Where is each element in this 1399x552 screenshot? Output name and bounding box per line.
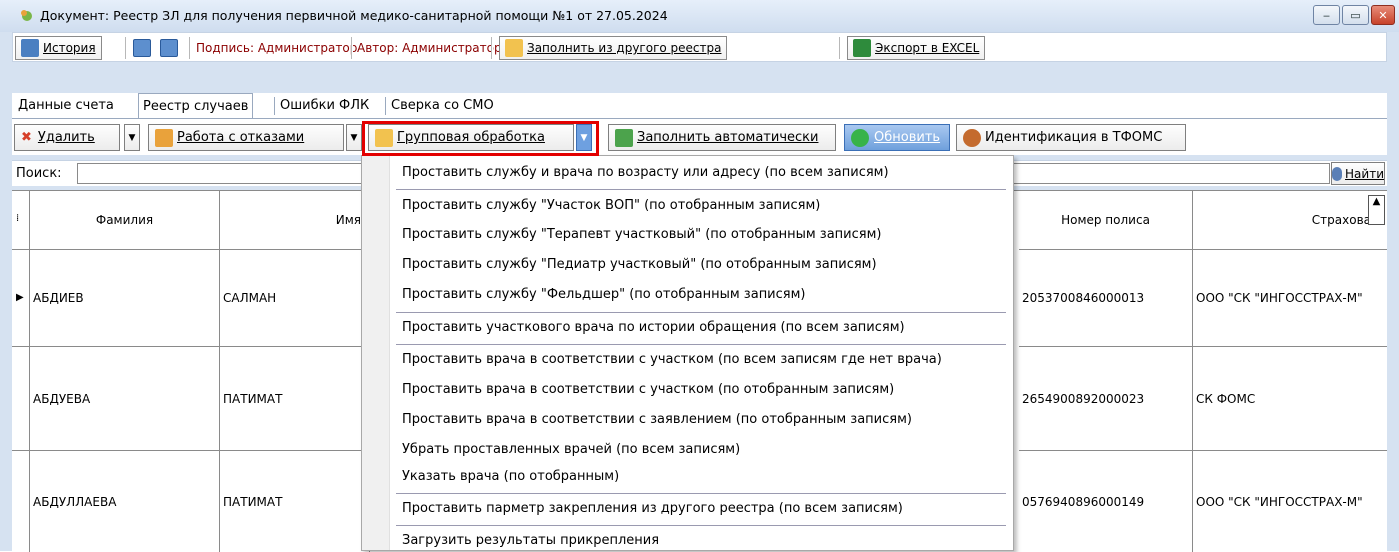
app-icon: [21, 10, 32, 21]
refusals-dropdown-arrow[interactable]: ▼: [346, 124, 362, 151]
group-processing-menu: Проставить службу и врача по возрасту ил…: [361, 155, 1014, 551]
refresh-label: Обновить: [874, 130, 941, 145]
tab-bar: Данные счета Реестр случаев Ошибки ФЛК С…: [12, 93, 1387, 119]
auto-fill-icon: [615, 128, 633, 147]
delete-button[interactable]: ✖ Удалить: [14, 124, 120, 151]
menu-separator: [396, 493, 1006, 494]
binoculars-icon: [1332, 166, 1343, 181]
column-header-name[interactable]: Имя: [220, 191, 370, 250]
work-with-refusals-button[interactable]: Работа с отказами: [148, 124, 344, 151]
column-chooser-icon[interactable]: ⁞: [12, 191, 30, 250]
cell-policy-number[interactable]: 2053700846000013: [1019, 250, 1193, 347]
tab-divider: [274, 97, 275, 115]
menu-item-doctor-by-area-selected[interactable]: Проставить врача в соответствии с участк…: [402, 382, 894, 397]
refresh-button[interactable]: Обновить: [844, 124, 950, 151]
fill-from-other-label: Заполнить из другого реестра: [527, 41, 722, 55]
column-header-policy-number[interactable]: Номер полиса: [1019, 191, 1193, 250]
work-refusals-label: Работа с отказами: [177, 130, 305, 145]
toolbar-separator: [125, 37, 127, 59]
notepad-icon: [505, 39, 523, 57]
cell-policy-number[interactable]: 2654900892000023: [1019, 347, 1193, 451]
tab-case-registry[interactable]: Реестр случаев: [138, 93, 254, 119]
row-indicator[interactable]: [12, 451, 30, 552]
tab-smo-reconciliation[interactable]: Сверка со СМО: [387, 93, 498, 117]
tab-flk-errors[interactable]: Ошибки ФЛК: [276, 93, 373, 117]
menu-item-service-vop[interactable]: Проставить службу "Участок ВОП" (по отоб…: [402, 198, 820, 213]
refusals-icon: [155, 128, 173, 147]
menu-item-service-doctor-by-age-address[interactable]: Проставить службу и врача по возрасту ил…: [402, 165, 889, 180]
people-icon: [963, 128, 981, 147]
sign-icon: [133, 39, 151, 57]
cell-surname[interactable]: АБДУЕВА: [30, 347, 220, 451]
cell-insurer[interactable]: ООО "СК "ИНГОССТРАХ-М": [1193, 451, 1387, 552]
identify-label: Идентификация в ТФОМС: [985, 130, 1163, 145]
menu-separator: [396, 525, 1006, 526]
history-label: История: [43, 41, 96, 55]
menu-separator: [396, 344, 1006, 345]
column-header-insurer[interactable]: Страхова: [1193, 191, 1387, 250]
tab-invoice-data[interactable]: Данные счета: [14, 93, 118, 117]
row-indicator[interactable]: [12, 347, 30, 451]
menu-separator: [396, 189, 1006, 190]
toolbar-separator: [351, 37, 353, 59]
toolbar-separator: [189, 37, 191, 59]
column-header-surname[interactable]: Фамилия: [30, 191, 220, 250]
fill-from-other-registry-button[interactable]: Заполнить из другого реестра: [499, 36, 728, 60]
cell-insurer[interactable]: СК ФОМС: [1193, 347, 1387, 451]
history-button[interactable]: История: [15, 36, 102, 60]
remove-signature-button[interactable]: [160, 36, 182, 60]
toolbar-separator: [839, 37, 841, 59]
minimize-button[interactable]: ‒: [1313, 5, 1340, 25]
maximize-button[interactable]: ▭: [1342, 5, 1369, 25]
unsign-icon: [160, 39, 178, 57]
search-label: Поиск:: [16, 166, 62, 181]
find-button[interactable]: Найти: [1331, 162, 1385, 185]
signature-info: Подпись: Администратор: [196, 41, 358, 55]
registry-toolbar: ✖ Удалить ▼ Работа с отказами ▼ Группова…: [12, 118, 1387, 155]
menu-item-doctor-by-history[interactable]: Проставить участкового врача по истории …: [402, 320, 905, 335]
document-toolbar: История Подпись: Администратор Автор: Ад…: [12, 32, 1387, 62]
menu-item-service-feldsher[interactable]: Проставить службу "Фельдшер" (по отобран…: [402, 287, 805, 302]
cell-insurer[interactable]: ООО "СК "ИНГОССТРАХ-М": [1193, 250, 1387, 347]
delete-icon: ✖: [21, 130, 32, 145]
row-indicator[interactable]: ▶: [12, 250, 30, 347]
scroll-up-arrow[interactable]: ▲: [1368, 195, 1385, 225]
sign-document-button[interactable]: [133, 36, 155, 60]
refresh-icon: [851, 128, 869, 147]
cell-policy-number[interactable]: 0576940896000149: [1019, 451, 1193, 552]
menu-icon-gutter: [362, 156, 390, 550]
tab-divider: [385, 97, 386, 115]
cell-name[interactable]: САЛМАН: [220, 250, 370, 347]
menu-item-specify-doctor[interactable]: Указать врача (по отобранным): [402, 469, 619, 484]
menu-item-service-pediatrician[interactable]: Проставить службу "Педиатр участковый" (…: [402, 257, 877, 272]
author-info: Автор: Администратор: [357, 41, 502, 55]
menu-item-doctor-by-application[interactable]: Проставить врача в соответствии с заявле…: [402, 412, 912, 427]
export-excel-button[interactable]: Экспорт в EXCEL: [847, 36, 986, 60]
history-icon: [21, 39, 39, 57]
cell-surname[interactable]: АБДИЕВ: [30, 250, 220, 347]
delete-dropdown-arrow[interactable]: ▼: [124, 124, 140, 151]
find-label: Найти: [1345, 166, 1384, 181]
close-button[interactable]: ✕: [1371, 5, 1395, 25]
menu-separator: [396, 312, 1006, 313]
cell-name[interactable]: ПАТИМАТ: [220, 347, 370, 451]
fill-auto-label: Заполнить автоматически: [637, 130, 819, 145]
cell-name[interactable]: ПАТИМАТ: [220, 451, 370, 552]
identify-tfoms-button[interactable]: Идентификация в ТФОМС: [956, 124, 1186, 151]
menu-item-service-therapist[interactable]: Проставить службу "Терапевт участковый" …: [402, 227, 881, 242]
cell-surname[interactable]: АБДУЛЛАЕВА: [30, 451, 220, 552]
delete-label: Удалить: [37, 130, 95, 145]
menu-item-remove-doctors[interactable]: Убрать проставленных врачей (по всем зап…: [402, 442, 740, 457]
export-excel-label: Экспорт в EXCEL: [875, 41, 980, 55]
title-bar: Документ: Реестр ЗЛ для получения первич…: [0, 0, 1399, 32]
menu-item-load-attachment-results[interactable]: Загрузить результаты прикрепления: [402, 533, 659, 548]
menu-item-doctor-by-area-all[interactable]: Проставить врача в соответствии с участк…: [402, 352, 942, 367]
window-title: Документ: Реестр ЗЛ для получения первич…: [40, 8, 668, 23]
highlight-box: [362, 121, 599, 156]
menu-item-attachment-param-from-other[interactable]: Проставить парметр закрепления из другог…: [402, 501, 903, 516]
toolbar-separator: [491, 37, 493, 59]
excel-icon: [853, 39, 871, 57]
fill-automatically-button[interactable]: Заполнить автоматически: [608, 124, 836, 151]
